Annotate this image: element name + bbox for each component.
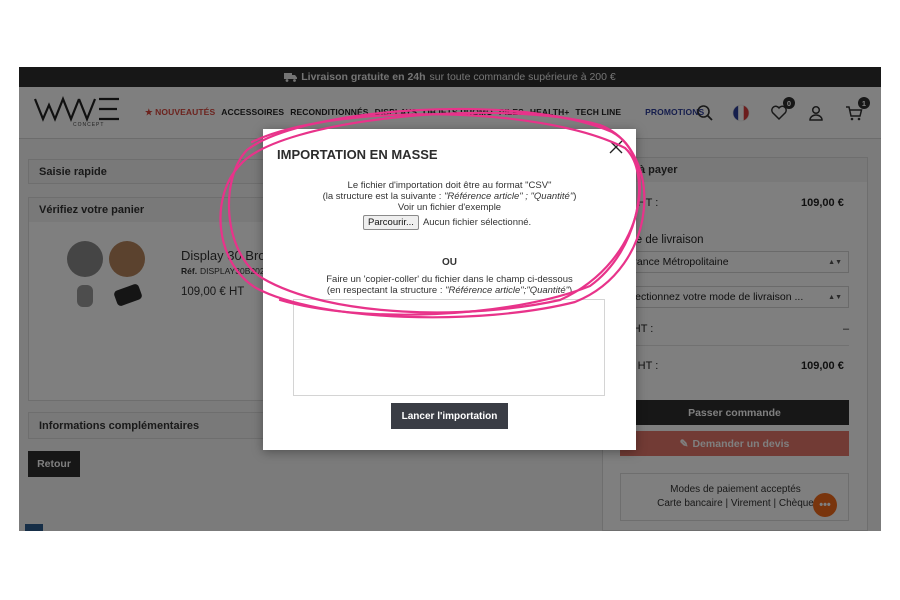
close-icon[interactable] xyxy=(608,139,624,155)
paste-structure-a: (en respectant la structure : xyxy=(326,285,446,296)
structure-text-b: ) xyxy=(573,191,577,202)
browse-button[interactable]: Parcourir... xyxy=(363,215,419,230)
paste-textarea[interactable] xyxy=(293,299,605,396)
no-file-text: Aucun fichier sélectionné. xyxy=(422,217,532,228)
paste-structure-b: ) xyxy=(568,285,573,296)
paste-structure: (en respectant la structure : "Référence… xyxy=(263,285,636,296)
launch-import-button[interactable]: Lancer l'importation xyxy=(391,403,508,429)
or-separator: OU xyxy=(442,257,457,268)
screenshot: Livraison gratuite en 24h sur toute comm… xyxy=(19,67,881,531)
paste-instruction: Faire un 'copier-coller' du fichier dans… xyxy=(326,274,573,285)
structure-text-a: (la structure est la suivante : xyxy=(322,191,445,202)
structure-text-fields: "Référence article" ; "Quantité" xyxy=(444,191,574,202)
format-text: Le fichier d'importation doit être au fo… xyxy=(347,180,552,191)
import-modal: IMPORTATION EN MASSE Le fichier d'import… xyxy=(263,129,636,450)
structure-text: (la structure est la suivante : "Référen… xyxy=(263,191,636,202)
file-input[interactable]: Parcourir... Aucun fichier sélectionné. xyxy=(363,215,531,230)
paste-structure-fields: "Référence article";"Quantité" xyxy=(445,285,569,296)
modal-title: IMPORTATION EN MASSE xyxy=(277,147,438,162)
example-file-link[interactable]: Voir un fichier d'exemple xyxy=(263,202,636,213)
